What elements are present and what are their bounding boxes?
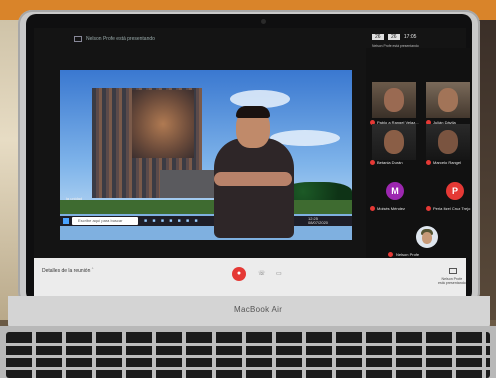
- taskbar-clock: 12:25 08/07/2020: [308, 217, 328, 225]
- participant-face: [384, 130, 404, 154]
- participant-tile[interactable]: [372, 124, 416, 160]
- status-counter-a: 26: [372, 34, 384, 40]
- windows-start-icon[interactable]: [63, 218, 69, 224]
- mic-muted-icon: [388, 252, 393, 257]
- participant-avatar[interactable]: P: [446, 182, 464, 200]
- camera-icon[interactable]: ▭: [276, 270, 282, 277]
- meeting-title: Nelson Profe está presentando: [86, 36, 155, 42]
- status-counter-b: 26: [387, 34, 400, 40]
- mic-muted-icon: [370, 206, 375, 211]
- participant-name: Betania Durán: [377, 160, 403, 165]
- hangup-icon[interactable]: ☏: [258, 270, 266, 277]
- participant-face: [384, 88, 404, 112]
- participant-face: [438, 88, 458, 112]
- presenter-avatar[interactable]: [416, 226, 438, 248]
- present-window-icon: [74, 36, 82, 42]
- participant-tile[interactable]: [426, 124, 470, 160]
- participant-name: Marcelo Rangel: [433, 160, 462, 165]
- taskbar-clock-date: 08/07/2020: [308, 220, 329, 225]
- presenter-hair: [236, 106, 270, 118]
- laptop-brand: MacBook Air: [234, 305, 283, 314]
- mic-muted-icon: [426, 160, 431, 165]
- presenter-name: Nelson Profe: [396, 252, 420, 257]
- participant-name: Moisés Méndez: [377, 206, 406, 211]
- taskbar-apps-icon[interactable]: ■ ■ ■ ■ ■ ■ ■: [144, 218, 199, 224]
- presenter-person: [206, 106, 306, 238]
- presenting-line-2: está presentando: [438, 281, 466, 285]
- mic-muted-icon: [370, 160, 375, 165]
- participant-name: Perla Itzel Cruz Trejo: [433, 206, 471, 211]
- presenting-status: Nelson Profe está presentando: [438, 277, 466, 285]
- presenter-arm: [214, 172, 292, 186]
- participant-avatar[interactable]: M: [386, 182, 404, 200]
- mic-off-button[interactable]: ●: [232, 267, 246, 281]
- participant-tile[interactable]: [372, 82, 416, 118]
- slide-corner-label: la unidad: [66, 196, 83, 201]
- status-bar: 26 26 17:05: [372, 34, 416, 40]
- status-time: 17:05: [403, 34, 417, 40]
- meeting-details-button[interactable]: Detalles de la reunión ˆ: [42, 268, 93, 274]
- meeting-control-bar: [34, 258, 466, 296]
- meeting-details-label: Detalles de la reunión: [42, 268, 91, 274]
- participant-tile[interactable]: [426, 82, 470, 118]
- presenter-torso: [214, 138, 294, 238]
- mic-muted-icon: [426, 206, 431, 211]
- chevron-up-icon: ˆ: [91, 268, 94, 274]
- participant-face: [438, 130, 458, 154]
- library-mural: [132, 90, 194, 158]
- taskbar-search-placeholder: Escribe aquí para buscar: [78, 218, 123, 223]
- webcam-icon: [261, 19, 266, 24]
- present-screen-icon[interactable]: [449, 268, 457, 274]
